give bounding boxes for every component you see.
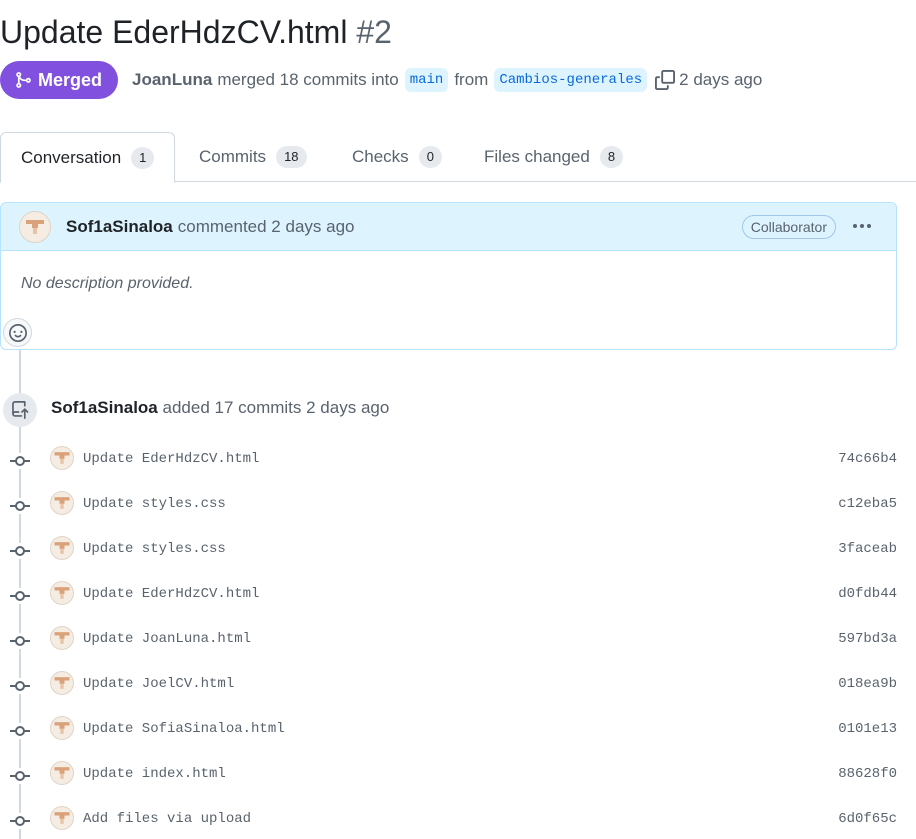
pr-title-text: Update EderHdzCV.html: [0, 14, 348, 50]
commit-row: Update EderHdzCV.html 74c66b4: [0, 446, 916, 476]
comment-action: commented 2 days ago: [177, 216, 355, 236]
commit-sha[interactable]: 0101e13: [838, 721, 897, 737]
comment-header: Sof1aSinaloa commented 2 days ago Collab…: [1, 203, 896, 251]
base-branch[interactable]: main: [404, 68, 449, 92]
merged-time: 2 days ago: [679, 70, 763, 89]
avatar[interactable]: [50, 626, 74, 650]
commit-sha[interactable]: 3faceab: [838, 541, 897, 557]
avatar[interactable]: [50, 806, 74, 830]
pr-tabs: Conversation 1 Commits 18 Checks 0 Files…: [0, 132, 916, 183]
tab-label: Conversation: [21, 147, 122, 167]
commit-sha[interactable]: 88628f0: [838, 766, 897, 782]
push-author[interactable]: Sof1aSinaloa: [51, 398, 158, 417]
avatar[interactable]: [50, 761, 74, 785]
commit-row: Add files via upload 6d0f65c: [0, 806, 916, 836]
merged-text: merged 18 commits into: [217, 70, 399, 89]
avatar[interactable]: [50, 671, 74, 695]
avatar[interactable]: [50, 716, 74, 740]
commit-message[interactable]: Add files via upload: [83, 811, 251, 827]
git-commit-icon: [10, 453, 30, 469]
commit-sha[interactable]: 018ea9b: [838, 676, 897, 692]
avatar[interactable]: [50, 536, 74, 560]
commit-message[interactable]: Update styles.css: [83, 541, 226, 557]
commit-message[interactable]: Update JoelCV.html: [83, 676, 234, 692]
comment-body: No description provided.: [21, 275, 194, 292]
tab-files-changed[interactable]: Files changed 8: [484, 132, 624, 182]
git-commit-icon: [10, 633, 30, 649]
commit-row: Update JoelCV.html 018ea9b: [0, 671, 916, 701]
tab-count: 18: [276, 146, 307, 168]
repo-push-icon: [3, 393, 37, 427]
commit-message[interactable]: Update index.html: [83, 766, 226, 782]
tab-checks[interactable]: Checks 0: [352, 132, 442, 182]
pr-number: #2: [356, 14, 392, 50]
push-action: added 17 commits 2 days ago: [162, 398, 390, 417]
pr-meta: Merged JoanLuna merged 18 commits into m…: [0, 61, 768, 99]
head-branch[interactable]: Cambios-generales: [494, 68, 648, 92]
tab-count: 0: [418, 146, 442, 168]
git-commit-icon: [10, 498, 30, 514]
kebab-menu-icon[interactable]: [850, 216, 874, 236]
commit-message[interactable]: Update SofiaSinaloa.html: [83, 721, 285, 737]
commit-message[interactable]: Update JoanLuna.html: [83, 631, 251, 647]
commit-row: Update styles.css 3faceab: [0, 536, 916, 566]
git-commit-icon: [10, 723, 30, 739]
commit-sha[interactable]: d0fdb44: [838, 586, 897, 602]
commit-row: Update SofiaSinaloa.html 0101e13: [0, 716, 916, 746]
tab-label: Files changed: [484, 147, 590, 166]
git-commit-icon: [10, 588, 30, 604]
smiley-icon[interactable]: [3, 318, 32, 347]
git-commit-icon: [10, 768, 30, 784]
from-text: from: [454, 70, 489, 89]
merged-badge: Merged: [0, 61, 119, 99]
tab-label: Checks: [352, 147, 409, 166]
commit-message[interactable]: Update EderHdzCV.html: [83, 451, 259, 467]
commit-row: Update styles.css c12eba5: [0, 491, 916, 521]
git-merge-icon: [16, 72, 31, 88]
avatar[interactable]: [50, 446, 74, 470]
commit-message[interactable]: Update styles.css: [83, 496, 226, 512]
commit-row: Update EderHdzCV.html d0fdb44: [0, 581, 916, 611]
copy-icon[interactable]: [655, 70, 676, 90]
commit-sha[interactable]: 74c66b4: [838, 451, 897, 467]
tab-count: 1: [131, 146, 155, 169]
commit-sha[interactable]: 597bd3a: [838, 631, 897, 647]
commit-message[interactable]: Update EderHdzCV.html: [83, 586, 259, 602]
comment-box: Sof1aSinaloa commented 2 days ago Collab…: [0, 202, 897, 350]
avatar[interactable]: [50, 581, 74, 605]
merger-link[interactable]: JoanLuna: [132, 70, 212, 90]
commit-row: Update JoanLuna.html 597bd3a: [0, 626, 916, 656]
collaborator-badge: Collaborator: [741, 215, 836, 239]
git-commit-icon: [10, 678, 30, 694]
avatar[interactable]: [50, 491, 74, 515]
tab-count: 8: [599, 146, 624, 168]
commit-row: Update index.html 88628f0: [0, 761, 916, 791]
merged-label: Merged: [38, 69, 103, 90]
tab-commits[interactable]: Commits 18: [199, 132, 307, 182]
comment-author[interactable]: Sof1aSinaloa: [66, 217, 173, 237]
push-event-text: Sof1aSinaloa added 17 commits 2 days ago: [51, 398, 389, 418]
git-commit-icon: [10, 543, 30, 559]
pr-title: Update EderHdzCV.html #2: [0, 12, 392, 52]
tab-conversation[interactable]: Conversation 1: [0, 132, 176, 183]
commit-sha[interactable]: 6d0f65c: [838, 811, 897, 827]
tab-label: Commits: [199, 147, 267, 166]
git-commit-icon: [10, 813, 30, 829]
commit-sha[interactable]: c12eba5: [838, 496, 897, 512]
avatar[interactable]: [19, 210, 51, 243]
